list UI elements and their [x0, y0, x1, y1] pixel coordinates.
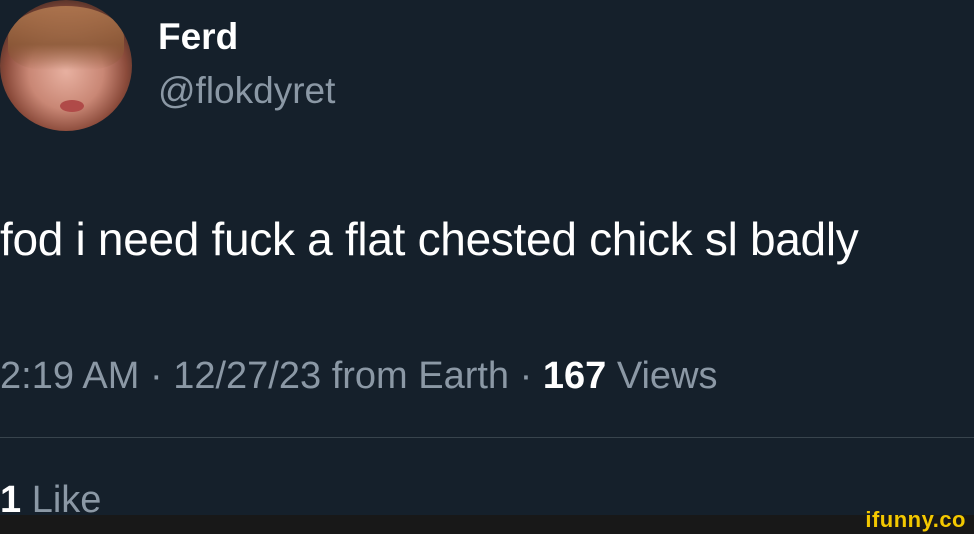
- views-count: 167: [542, 355, 607, 397]
- meta-separator-2: ·: [519, 355, 533, 397]
- tweet-date[interactable]: 12/27/23: [173, 355, 321, 397]
- meta-separator: ·: [149, 355, 163, 397]
- display-name[interactable]: Ferd: [158, 14, 238, 60]
- user-handle[interactable]: @flokdyret: [158, 68, 335, 114]
- tweet-source: from Earth: [331, 355, 510, 397]
- views-label: Views: [616, 355, 718, 397]
- tweet-time[interactable]: 2:19 AM: [0, 355, 139, 397]
- tweet-text: fod i need fuck a flat chested chick sl …: [0, 213, 859, 265]
- avatar-mouth: [60, 100, 84, 112]
- ifunny-watermark: ifunny.co: [865, 507, 966, 532]
- watermark-bar: [0, 515, 974, 534]
- divider: [0, 437, 974, 438]
- avatar[interactable]: [0, 0, 132, 131]
- tweet-card: Ferd @flokdyret fod i need fuck a flat c…: [0, 0, 974, 521]
- tweet-meta: 2:19 AM · 12/27/23 from Earth · 167 View…: [0, 352, 718, 400]
- avatar-hair: [8, 6, 124, 70]
